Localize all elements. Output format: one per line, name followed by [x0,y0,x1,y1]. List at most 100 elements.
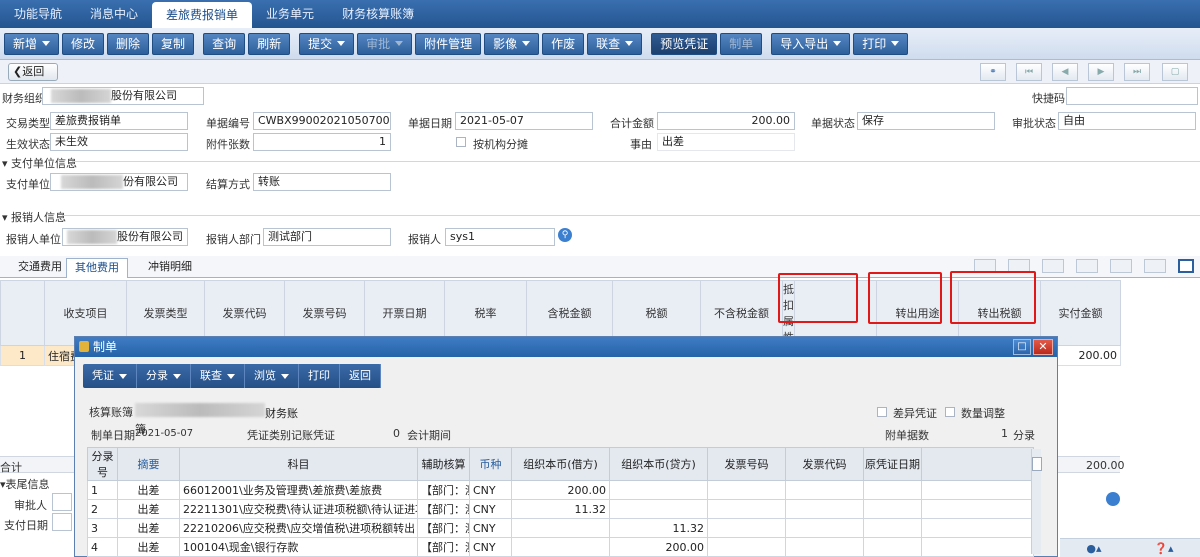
voucher-cell-summary[interactable]: 出差 [117,480,180,500]
voucher-cell-credit[interactable]: 200.00 [609,537,708,557]
tab-transport[interactable]: 交通费用 [10,258,70,278]
voucher-cell-cur[interactable]: CNY [469,499,512,519]
voucher-cell-empty[interactable] [863,518,922,538]
voucher-cell-debit[interactable]: 11.32 [511,499,610,519]
dialog-menu-4[interactable]: 打印 [299,364,340,388]
toolbar-button-9[interactable]: 影像 [484,32,540,55]
claim-unit-field[interactable]: 股份有限公司 [62,228,188,246]
table-row[interactable]: 3出差22210206\应交税费\应交增值税\进项税额转出【部门：测CNY 11.… [87,518,1034,538]
toolbar-button-13[interactable]: 制单 [720,32,763,55]
voucher-cell-aux[interactable]: 【部门：测 [417,537,470,557]
toolbar-button-4[interactable]: 查询 [203,32,246,55]
row-delete-icon[interactable] [1042,259,1064,273]
toolbar-button-0[interactable]: 新增 [4,32,60,55]
reference-icon[interactable] [1106,492,1120,506]
help-icon[interactable]: ❓▴ [1154,542,1173,555]
next-page-icon[interactable]: ▶ [1088,63,1114,81]
toolbar-button-14[interactable]: 导入导出 [771,32,851,55]
pay-section-title[interactable]: ▾ 支付单位信息 [2,155,77,171]
toolbar-button-3[interactable]: 复制 [152,32,195,55]
pay-date-field[interactable] [52,513,72,531]
voucher-cell-debit[interactable] [511,537,610,557]
toolbar-button-8[interactable]: 附件管理 [415,32,482,55]
footer-section-title[interactable]: ▾表尾信息 [0,476,50,492]
dialog-menu-0[interactable]: 凭证 [83,364,137,388]
nav-tab-0[interactable]: 功能导航 [0,0,76,28]
grid-maximize-icon[interactable] [1178,259,1194,273]
voucher-cell-empty[interactable] [707,480,786,500]
row-paste-icon[interactable] [1110,259,1132,273]
reason-field[interactable]: 出差 [657,133,795,151]
bill-date-field[interactable]: 2021-05-07 [455,112,593,130]
approver-field[interactable] [52,493,72,511]
status-field[interactable]: 保存 [857,112,995,130]
row-copy-icon[interactable] [1076,259,1098,273]
total-field[interactable]: 200.00 [657,112,795,130]
voucher-cell-credit[interactable] [609,499,708,519]
claim-dept-field[interactable]: 测试部门 [263,228,391,246]
last-page-icon[interactable]: ⏭ [1124,63,1150,81]
toolbar-button-1[interactable]: 修改 [62,32,105,55]
voucher-cell-empty[interactable] [707,499,786,519]
voucher-header-1[interactable]: 摘要 [117,447,180,481]
toolbar-button-7[interactable]: 审批 [357,32,413,55]
voucher-header-0[interactable]: 分录号 [87,447,118,481]
voucher-cell-empty[interactable] [707,537,786,557]
voucher-cell-credit[interactable]: 11.32 [609,518,708,538]
nav-tab-3[interactable]: 业务单元 [252,0,328,28]
table-row[interactable]: 4出差100104\现金\银行存款【部门：测CNY 200.00 [87,537,1034,557]
dialog-menu-1[interactable]: 分录 [137,364,191,388]
voucher-type-value[interactable]: 记账凭证 [291,427,335,443]
voucher-cell-empty[interactable] [921,499,1034,519]
voucher-cell-summary[interactable]: 出差 [117,499,180,519]
voucher-header-3[interactable]: 辅助核算 [417,447,470,481]
user-icon[interactable]: ●▴ [1086,542,1101,555]
trade-type-field[interactable]: 差旅费报销单 [50,112,188,130]
entry-scrollbar[interactable] [1031,449,1042,554]
close-icon[interactable]: ✕ [1033,339,1053,355]
toolbar-button-10[interactable]: 作废 [542,32,585,55]
voucher-cell-aux[interactable]: 【部门：测 [417,518,470,538]
reference-icon[interactable]: ⚲ [558,228,572,242]
qty-adjust-checkbox[interactable] [945,407,955,417]
voucher-cell-no[interactable]: 1 [87,480,118,500]
scroll-thumb[interactable] [1032,457,1042,471]
voucher-header-7[interactable]: 发票号码 [707,447,786,481]
voucher-cell-empty[interactable] [785,518,864,538]
nav-tab-2[interactable]: 差旅费报销单 [152,2,253,28]
voucher-header-8[interactable]: 发票代码 [785,447,864,481]
voucher-header-4[interactable]: 币种 [469,447,512,481]
voucher-cell-empty[interactable] [921,518,1034,538]
row-paste-end-icon[interactable] [1144,259,1166,273]
voucher-cell-cur[interactable]: CNY [469,518,512,538]
voucher-cell-account[interactable]: 100104\现金\银行存款 [179,537,418,557]
voucher-cell-cur[interactable]: CNY [469,480,512,500]
tab-other-fees[interactable]: 其他费用 [66,258,128,278]
org-field[interactable]: 股份有限公司 [42,87,204,105]
voucher-cell-empty[interactable] [785,480,864,500]
dialog-menu-3[interactable]: 浏览 [245,364,299,388]
effect-field[interactable]: 未生效 [50,133,188,151]
diff-voucher-checkbox[interactable] [877,407,887,417]
toolbar-button-11[interactable]: 联查 [587,32,643,55]
toolbar-button-12[interactable]: 预览凭证 [651,32,718,55]
voucher-cell-credit[interactable] [609,480,708,500]
toolbar-button-2[interactable]: 删除 [107,32,150,55]
voucher-header-6[interactable]: 组织本币(贷方) [609,447,708,481]
prev-page-icon[interactable]: ◀ [1052,63,1078,81]
split-checkbox[interactable] [456,137,466,147]
maximize-icon[interactable]: □ [1013,339,1031,355]
voucher-cell-account[interactable]: 66012001\业务及管理费\差旅费\差旅费 [179,480,418,500]
voucher-cell-aux[interactable]: 【部门：测 [417,480,470,500]
voucher-header-5[interactable]: 组织本币(借方) [511,447,610,481]
voucher-cell-debit[interactable] [511,518,610,538]
voucher-cell-empty[interactable] [863,499,922,519]
table-row[interactable]: 2出差22211301\应交税费\待认证进项税额\待认证进项税额【部门：测CNY… [87,499,1034,519]
claimant-field[interactable]: sys1 [445,228,555,246]
voucher-header-9[interactable]: 原凭证日期 [863,447,922,481]
toolbar-button-6[interactable]: 提交 [299,32,355,55]
voucher-cell-empty[interactable] [785,499,864,519]
voucher-cell-debit[interactable]: 200.00 [511,480,610,500]
attach-count-value[interactable]: 1 [1001,427,1008,440]
voucher-cell-aux[interactable]: 【部门：测 [417,499,470,519]
